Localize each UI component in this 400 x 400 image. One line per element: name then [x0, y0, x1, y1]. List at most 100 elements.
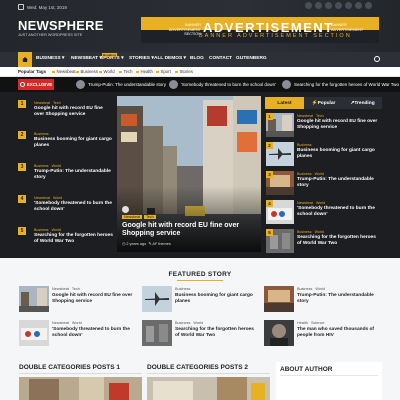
post-categories[interactable]: Newsbeat Tech [52, 287, 83, 291]
post-categories[interactable]: Business [34, 132, 52, 136]
heading-underline [177, 280, 223, 282]
post-categories[interactable]: Newsbeat World [297, 201, 328, 205]
facebook-icon[interactable] [305, 2, 312, 9]
post-title[interactable]: Trump-Putin: The understandable story [297, 293, 381, 305]
post-title[interactable]: The man who saved thousands of people fr… [297, 327, 381, 339]
tag-link[interactable]: Business [76, 69, 98, 74]
post-categories[interactable]: Newsbeat Tech [122, 215, 158, 219]
post-categories[interactable]: Business [297, 143, 315, 147]
advertisement-banner[interactable]: BANNER ADVERTISEMENT SECTION ADVERTISEME… [141, 17, 379, 43]
featured-card[interactable]: Business World Searching for the forgotte… [142, 320, 260, 350]
twitter-icon[interactable] [315, 2, 322, 9]
post-categories[interactable]: Business World [34, 228, 64, 232]
site-logo[interactable]: NEWSPHERE [18, 18, 104, 33]
tag-link[interactable]: Sport [156, 69, 171, 74]
post-title[interactable]: Business booming for giant cargo planes [175, 293, 259, 305]
post-categories[interactable]: Newsbeat World [34, 196, 65, 200]
post-thumbnail[interactable] [142, 286, 172, 312]
ticker-item[interactable]: 'Somebody threatened to burn the school … [169, 80, 276, 89]
featured-card[interactable]: Business World Trump-Putin: The understan… [264, 286, 382, 316]
rank-number: 1 [18, 100, 26, 108]
list-item[interactable]: 5 Business World Searching for the forgot… [266, 229, 382, 257]
section-heading: ABOUT AUTHOR [280, 366, 333, 373]
list-item[interactable]: 2 Business Business booming for giant ca… [18, 131, 114, 159]
nav-newsbeat[interactable]: NEWSBEAT ▾ [71, 56, 102, 61]
post-title[interactable]: Google hit with record EU fine over Shop… [297, 119, 381, 131]
nav-sports[interactable]: Breaking SPORTS ▾ [100, 53, 123, 61]
post-title[interactable]: Business booming for giant cargo planes [297, 148, 381, 160]
post-thumbnail[interactable] [142, 320, 172, 346]
post-title[interactable]: Trump-Putin: The understandable story [34, 169, 114, 181]
list-item[interactable]: 3 Business World Trump-Putin: The underst… [266, 171, 382, 199]
current-date: Wed. May 1st, 2019 [27, 4, 67, 10]
post-categories[interactable]: Business [175, 287, 193, 291]
youtube-icon[interactable] [335, 2, 342, 9]
post-categories[interactable]: Business World [175, 321, 206, 325]
rank-number: 3 [266, 171, 273, 178]
main-hero-post[interactable]: Newsbeat Tech Google hit with record EU f… [117, 96, 261, 252]
post-title[interactable]: Business booming for giant cargo planes [34, 137, 114, 149]
tab-popular[interactable]: ⚡ Popular [304, 97, 343, 109]
post-title[interactable]: Google hit with record EU fine over Shop… [34, 106, 114, 118]
post-title[interactable]: Searching for the forgotten heroes of Wo… [34, 233, 114, 245]
search-icon[interactable] [374, 56, 380, 62]
rank-number: 4 [18, 195, 26, 203]
tag-link[interactable]: Tech [119, 69, 133, 74]
list-item[interactable]: 4 Newsbeat World 'Somebody threatened to … [18, 195, 114, 223]
home-button[interactable] [18, 52, 32, 67]
post-thumbnail[interactable] [19, 320, 49, 346]
list-item[interactable]: 5 Business World Searching for the forgot… [18, 227, 114, 255]
nav-contact[interactable]: CONTACT [209, 56, 232, 61]
featured-card[interactable]: Newsbeat World 'Somebody threatened to bu… [19, 320, 137, 350]
tag-link[interactable]: World [99, 69, 115, 74]
ad-small-left: BANNER ADVERTISEMENT SECTION [168, 23, 201, 36]
featured-card[interactable]: Health Science The man who saved thousand… [264, 320, 382, 350]
instagram-icon[interactable] [325, 2, 332, 9]
post-categories[interactable]: Newsbeat World [52, 321, 85, 325]
ticker-item[interactable]: Searching for the forgotten heroes of Wo… [282, 80, 399, 89]
vk-icon[interactable] [365, 2, 372, 9]
nav-gutenberg[interactable]: GUTENBERG [236, 56, 267, 61]
nav-blog[interactable]: BLOG [190, 56, 204, 61]
featured-card[interactable]: Business Business booming for giant carg… [142, 286, 260, 316]
list-item[interactable]: 3 Business World Trump-Putin: The underst… [18, 163, 114, 191]
tab-trending[interactable]: ↗ Trending [343, 97, 382, 109]
post-title[interactable]: Searching for the forgotten heroes of Wo… [297, 235, 381, 247]
post-categories[interactable]: Newsbeat Tech [34, 101, 64, 105]
post-title[interactable]: Google hit with record EU fine over Shop… [52, 293, 136, 305]
nav-stories[interactable]: STORIES ▾ [129, 56, 154, 61]
linkedin-icon[interactable] [345, 2, 352, 9]
nav-all-demos[interactable]: ALL DEMOS ▾ [154, 56, 186, 61]
rank-number: 2 [266, 142, 273, 149]
post-image[interactable] [19, 377, 142, 400]
list-item[interactable]: 1 Newsbeat Tech Google hit with record EU… [266, 113, 382, 141]
tag-link[interactable]: Stories [175, 69, 193, 74]
post-thumbnail[interactable] [19, 286, 49, 312]
post-thumbnail[interactable] [264, 286, 294, 312]
ticker-item[interactable]: Trump-Putin: The understandable story [76, 80, 166, 89]
list-item[interactable]: 2 Business Business booming for giant ca… [266, 142, 382, 170]
nav-business[interactable]: BUSINESS ▾ [36, 56, 64, 61]
list-item[interactable]: 4 Newsbeat World 'Somebody threatened to … [266, 200, 382, 228]
pinterest-icon[interactable] [355, 2, 362, 9]
post-categories[interactable]: Business World [297, 287, 328, 291]
post-categories[interactable]: Health Science [297, 321, 328, 325]
rank-number: 1 [266, 113, 273, 120]
post-categories[interactable]: Business World [297, 230, 327, 234]
post-image[interactable] [147, 377, 270, 400]
post-categories[interactable]: Business World [34, 164, 64, 168]
post-categories[interactable]: Newsbeat Tech [297, 114, 327, 118]
tag-link[interactable]: Newsbeat [52, 69, 76, 74]
list-item[interactable]: 1 Newsbeat Tech Google hit with record EU… [18, 100, 114, 128]
post-categories[interactable]: Business World [297, 172, 327, 176]
tab-latest[interactable]: Latest [265, 97, 304, 109]
featured-card[interactable]: Newsbeat Tech Google hit with record EU f… [19, 286, 137, 316]
post-thumbnail[interactable] [264, 320, 294, 346]
post-title[interactable]: 'Somebody threatened to burn the school … [34, 201, 114, 213]
post-title[interactable]: 'Somebody threatened to burn the school … [297, 206, 381, 218]
post-title[interactable]: Searching for the forgotten heroes of Wo… [175, 327, 259, 339]
hero-title[interactable]: Google hit with record EU fine over Shop… [122, 222, 252, 238]
post-title[interactable]: 'Somebody threatened to burn the school … [52, 327, 136, 339]
tag-link[interactable]: Health [136, 69, 153, 74]
post-title[interactable]: Trump-Putin: The understandable story [297, 177, 381, 189]
